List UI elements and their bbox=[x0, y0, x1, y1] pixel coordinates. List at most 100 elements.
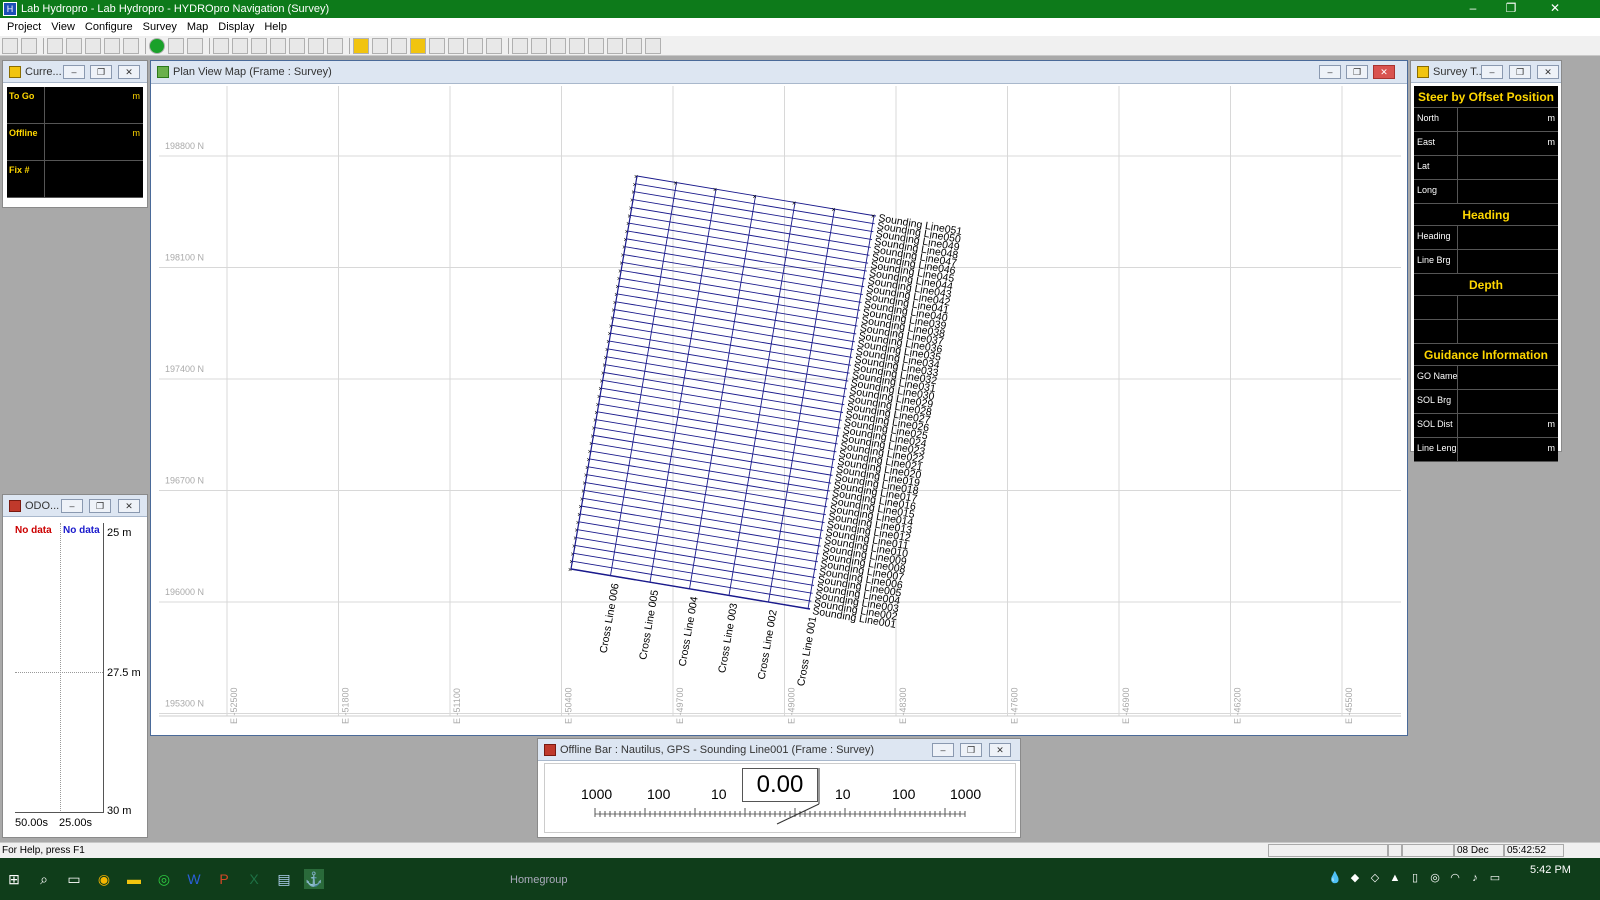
map-close-button[interactable]: ✕ bbox=[1373, 65, 1395, 79]
pan-icon[interactable] bbox=[531, 37, 547, 54]
row-label: GO Name bbox=[1414, 366, 1458, 389]
tray-app-icon[interactable]: ◎ bbox=[1428, 871, 1442, 885]
battery-icon[interactable]: ▯ bbox=[1408, 871, 1422, 885]
fix-2-icon[interactable] bbox=[289, 37, 305, 54]
panel-minimize-button[interactable]: – bbox=[61, 499, 83, 513]
row-value bbox=[1458, 296, 1558, 319]
panel-close-button[interactable]: ✕ bbox=[118, 499, 140, 513]
notification-icon[interactable]: ▭ bbox=[1488, 871, 1502, 885]
start-record-icon[interactable] bbox=[149, 37, 165, 54]
form-icon[interactable] bbox=[66, 37, 82, 54]
droplet-icon[interactable]: 💧 bbox=[1328, 871, 1342, 885]
document-icon[interactable] bbox=[47, 37, 63, 54]
odo-panel-titlebar[interactable]: ODO... – ❐ ✕ bbox=[3, 495, 147, 517]
map-svg[interactable]: 198800 N 198100 N 197400 N 196700 N 196000 N… bbox=[159, 86, 1401, 730]
pen-2-icon[interactable] bbox=[232, 37, 248, 54]
map-icon bbox=[157, 66, 169, 78]
fix-icon[interactable] bbox=[270, 37, 286, 54]
survey-panel-titlebar[interactable]: Survey T... – ❐ ✕ bbox=[1411, 61, 1561, 83]
gauge-ticks bbox=[594, 768, 966, 825]
panel-close-button[interactable]: ✕ bbox=[118, 65, 140, 79]
task-view-icon[interactable]: ▭ bbox=[64, 869, 84, 889]
map-icon[interactable] bbox=[448, 37, 464, 54]
row-value bbox=[1458, 366, 1558, 389]
zoom-out-icon[interactable] bbox=[569, 37, 585, 54]
row-label: Offline bbox=[7, 124, 45, 160]
homegroup-label[interactable]: Homegroup bbox=[510, 874, 567, 886]
windows-icon[interactable] bbox=[327, 37, 343, 54]
easting-label: E -51100 bbox=[452, 688, 462, 724]
panel-minimize-button[interactable]: – bbox=[932, 743, 954, 757]
windows-start-icon[interactable]: ⊞ bbox=[4, 869, 24, 889]
current-panel-titlebar[interactable]: Curre... – ❐ ✕ bbox=[3, 61, 147, 83]
northing-label: 195300 N bbox=[165, 699, 204, 709]
measure-icon[interactable] bbox=[607, 37, 623, 54]
network-tray-icon[interactable]: ◆ bbox=[1348, 871, 1362, 885]
edit-icon[interactable] bbox=[104, 37, 120, 54]
vessel-icon[interactable] bbox=[467, 37, 483, 54]
table-icon[interactable] bbox=[410, 37, 426, 54]
panel-restore-button[interactable]: ❐ bbox=[960, 743, 982, 757]
pointer-icon[interactable] bbox=[512, 37, 528, 54]
row-label: Long bbox=[1414, 180, 1458, 203]
panel-restore-button[interactable]: ❐ bbox=[90, 65, 112, 79]
map-restore-button[interactable]: ❐ bbox=[1346, 65, 1368, 79]
time-axis bbox=[15, 812, 103, 813]
hand-icon[interactable] bbox=[123, 37, 139, 54]
app-icon[interactable]: ◎ bbox=[154, 869, 174, 889]
word-icon[interactable]: W bbox=[184, 869, 204, 889]
crosshair-icon[interactable] bbox=[391, 37, 407, 54]
map-minimize-button[interactable]: – bbox=[1319, 65, 1341, 79]
wifi-icon[interactable]: ◠ bbox=[1448, 871, 1462, 885]
zoom-in-icon[interactable] bbox=[550, 37, 566, 54]
menu-configure[interactable]: Configure bbox=[80, 21, 138, 33]
offline-bar-titlebar[interactable]: Offline Bar : Nautilus, GPS - Sounding L… bbox=[538, 739, 1020, 761]
stop-record-icon[interactable] bbox=[168, 37, 184, 54]
route-icon[interactable] bbox=[486, 37, 502, 54]
sounding-line bbox=[615, 301, 855, 343]
excel-icon[interactable]: X bbox=[244, 869, 264, 889]
menu-project[interactable]: Project bbox=[2, 21, 46, 33]
ruler-icon[interactable] bbox=[645, 37, 661, 54]
section-header: Guidance Information bbox=[1414, 344, 1558, 366]
marker-icon[interactable] bbox=[308, 37, 324, 54]
search-icon[interactable]: ⌕ bbox=[34, 869, 54, 889]
notepad-icon[interactable]: ▤ bbox=[274, 869, 294, 889]
new-file-icon[interactable] bbox=[2, 37, 18, 54]
tray-app-icon[interactable]: ▲ bbox=[1388, 871, 1402, 885]
tray-app-icon[interactable]: ◇ bbox=[1368, 871, 1382, 885]
pen-icon[interactable] bbox=[213, 37, 229, 54]
layers-icon[interactable] bbox=[353, 37, 369, 54]
close-button[interactable]: ✕ bbox=[1532, 0, 1578, 18]
panel-minimize-button[interactable]: – bbox=[1481, 65, 1503, 79]
menu-help[interactable]: Help bbox=[259, 21, 292, 33]
pen-3-icon[interactable] bbox=[251, 37, 267, 54]
panel-restore-button[interactable]: ❐ bbox=[89, 499, 111, 513]
zoom-extents-icon[interactable] bbox=[588, 37, 604, 54]
volume-icon[interactable]: ♪ bbox=[1468, 871, 1482, 885]
restore-button[interactable]: ❐ bbox=[1488, 0, 1534, 18]
panel-restore-button[interactable]: ❐ bbox=[1509, 65, 1531, 79]
line-icon[interactable] bbox=[187, 37, 203, 54]
powerpoint-icon[interactable]: P bbox=[214, 869, 234, 889]
menu-map[interactable]: Map bbox=[182, 21, 213, 33]
open-folder-icon[interactable] bbox=[21, 37, 37, 54]
menu-view[interactable]: View bbox=[46, 21, 80, 33]
row-value bbox=[1458, 226, 1558, 249]
chart-icon[interactable] bbox=[429, 37, 445, 54]
table-row bbox=[1414, 320, 1558, 344]
map-canvas[interactable]: 198800 N 198100 N 197400 N 196700 N 196000 N… bbox=[159, 86, 1401, 730]
play-icon[interactable] bbox=[626, 37, 642, 54]
panel-close-button[interactable]: ✕ bbox=[989, 743, 1011, 757]
menu-display[interactable]: Display bbox=[213, 21, 259, 33]
menu-survey[interactable]: Survey bbox=[138, 21, 182, 33]
plan-view-titlebar[interactable]: Plan View Map (Frame : Survey) – ❐ ✕ bbox=[151, 61, 1407, 84]
file-explorer-icon[interactable]: ▬ bbox=[124, 869, 144, 889]
cross-line-label: Cross Line 002 bbox=[756, 609, 780, 681]
panel-minimize-button[interactable]: – bbox=[63, 65, 85, 79]
boat-icon[interactable] bbox=[372, 37, 388, 54]
panel-close-button[interactable]: ✕ bbox=[1537, 65, 1559, 79]
hydropro-taskbar-icon[interactable]: ⚓ bbox=[304, 869, 324, 889]
grid-icon[interactable] bbox=[85, 37, 101, 54]
chrome-icon[interactable]: ◉ bbox=[94, 869, 114, 889]
